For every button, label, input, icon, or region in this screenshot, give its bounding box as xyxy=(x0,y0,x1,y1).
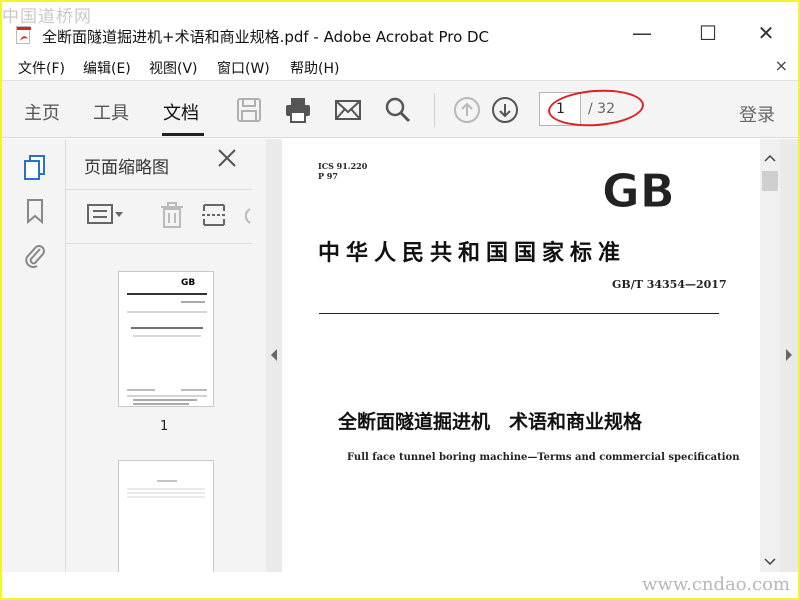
window-title: 全断面隧道掘进机+术语和商业规格.pdf - Adobe Acrobat Pro… xyxy=(42,28,490,46)
menu-edit[interactable]: 编辑(E) xyxy=(83,58,131,78)
maximize-button[interactable]: ☐ xyxy=(688,18,728,48)
panel-divider xyxy=(66,189,252,190)
page-thumbnails-icon[interactable] xyxy=(22,153,48,181)
main-toolbar: 主页 工具 文档 1 / 32 登录 xyxy=(2,80,798,138)
page-thumbnail-2[interactable] xyxy=(118,460,214,572)
menu-view[interactable]: 视图(V) xyxy=(149,58,198,78)
menu-help[interactable]: 帮助(H) xyxy=(290,58,339,78)
email-icon[interactable] xyxy=(333,95,363,125)
svg-text:GB: GB xyxy=(602,165,675,215)
site-watermark: 中国道桥网 xyxy=(2,7,92,27)
print-icon[interactable] xyxy=(283,95,313,125)
collapse-left-panel-button[interactable] xyxy=(266,139,282,572)
save-icon[interactable] xyxy=(234,95,264,125)
close-panel-icon[interactable] xyxy=(216,147,238,175)
gb-logo-text: GB xyxy=(598,165,599,166)
delete-page-icon[interactable] xyxy=(158,201,186,233)
acrobat-window: 中国道桥网 全断面隧道掘进机+术语和商业规格.pdf - Adobe Acrob… xyxy=(2,2,798,598)
close-window-button[interactable]: ✕ xyxy=(746,18,786,48)
page-up-icon[interactable] xyxy=(452,95,482,125)
tab-document[interactable]: 文档 xyxy=(163,99,199,125)
login-link[interactable]: 登录 xyxy=(739,101,775,127)
page-thumbnail-1[interactable]: GB xyxy=(118,271,214,407)
document-scrollbar-thumb[interactable] xyxy=(762,171,778,191)
panel-title: 页面缩略图 xyxy=(84,158,169,178)
document-scrollbar[interactable] xyxy=(760,139,780,572)
gb-logo: GB GB xyxy=(598,164,694,219)
p-code: P 97 xyxy=(318,171,338,181)
thumbnail-panel: 页面缩略图 GB 1 xyxy=(66,139,318,572)
menu-window[interactable]: 窗口(W) xyxy=(217,58,270,78)
bottom-strip: www.cndao.com xyxy=(2,572,798,598)
pdf-file-icon xyxy=(16,26,31,44)
document-page: ICS 91.220 P 97 GB GB 中华人民共和国国家标准 GB/T 3… xyxy=(282,139,760,572)
document-title: 全断面隧道掘进机 术语和商业规格 xyxy=(338,411,643,433)
attachment-icon[interactable] xyxy=(22,241,48,269)
extract-page-icon[interactable] xyxy=(200,201,228,233)
tab-home[interactable]: 主页 xyxy=(24,99,60,125)
minimize-button[interactable]: — xyxy=(622,18,662,48)
menu-file[interactable]: 文件(F) xyxy=(18,58,65,78)
thumbnail-page-number: 1 xyxy=(160,419,169,434)
title-bar: 中国道桥网 全断面隧道掘进机+术语和商业规格.pdf - Adobe Acrob… xyxy=(2,2,798,52)
collapse-right-panel-button[interactable] xyxy=(780,139,798,572)
rotate-page-icon[interactable] xyxy=(238,201,252,233)
panel-divider-2 xyxy=(66,243,252,244)
tab-tools[interactable]: 工具 xyxy=(93,99,129,125)
svg-text:GB: GB xyxy=(181,278,195,288)
menu-bar: 文件(F) 编辑(E) 视图(V) 窗口(W) 帮助(H) × xyxy=(2,54,798,80)
standard-code: GB/T 34354—2017 xyxy=(612,278,727,291)
active-tab-indicator xyxy=(162,133,204,136)
document-subtitle: Full face tunnel boring machine—Terms an… xyxy=(347,452,740,463)
thumbnail-options-icon[interactable] xyxy=(86,201,126,233)
site-url-watermark: www.cndao.com xyxy=(642,574,790,595)
close-document-button[interactable]: × xyxy=(775,56,788,75)
standard-heading: 中华人民共和国国家标准 xyxy=(318,240,627,266)
toolbar-separator xyxy=(434,93,435,127)
search-icon[interactable] xyxy=(383,95,413,125)
navigation-rail xyxy=(2,139,66,572)
header-rule xyxy=(319,313,719,314)
bookmark-icon[interactable] xyxy=(22,197,48,225)
ics-code: ICS 91.220 xyxy=(318,161,368,171)
page-down-icon[interactable] xyxy=(490,95,520,125)
